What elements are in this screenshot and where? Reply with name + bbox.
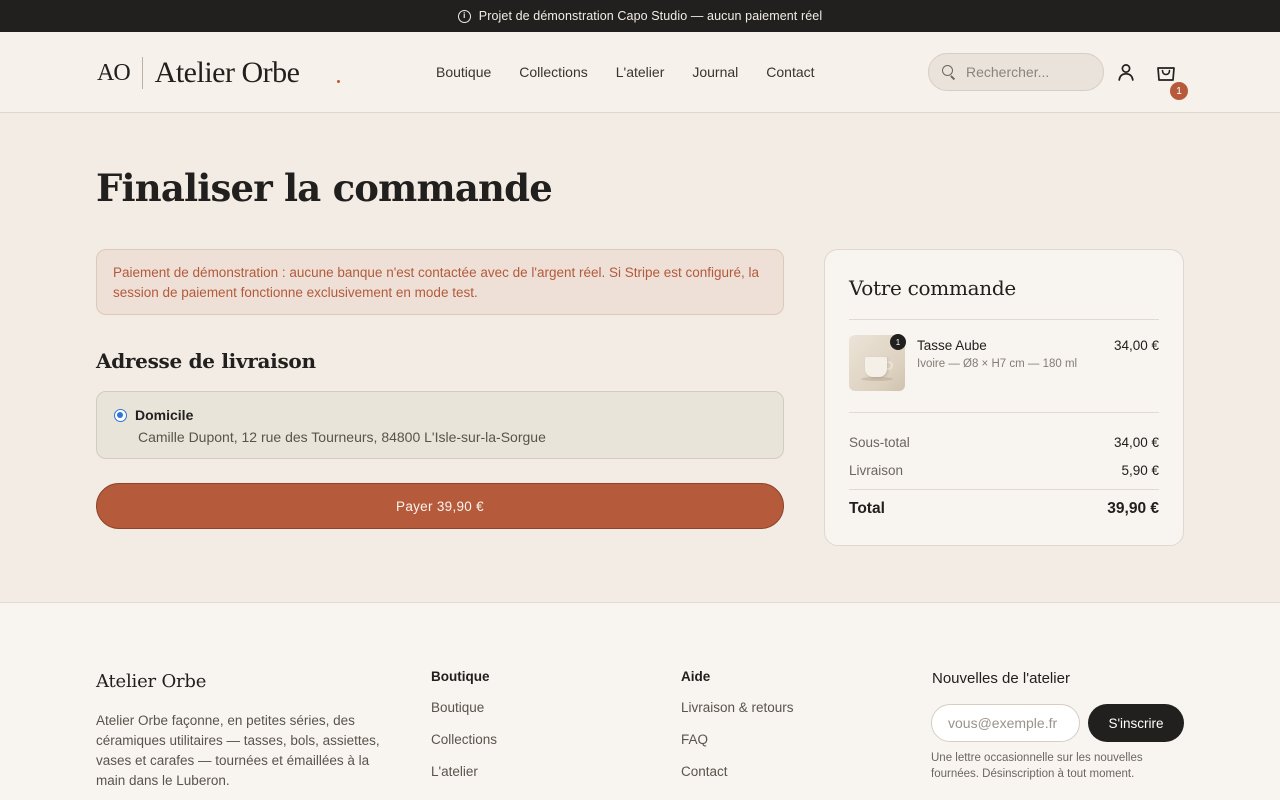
search-input[interactable] bbox=[966, 64, 1096, 80]
footer-link-shipping-returns[interactable]: Livraison & retours bbox=[681, 698, 794, 717]
newsletter-subscribe-button[interactable]: S'inscrire bbox=[1088, 704, 1184, 742]
nav-collections[interactable]: Collections bbox=[519, 64, 587, 80]
nav-journal[interactable]: Journal bbox=[692, 64, 738, 80]
footer-link-atelier[interactable]: L'atelier bbox=[431, 762, 497, 781]
footer-brand: Atelier Orbe bbox=[96, 671, 207, 692]
order-summary: Votre commande Tasse Aube Ivoire — Ø8 × … bbox=[824, 249, 1184, 546]
item-name: Tasse Aube bbox=[917, 338, 987, 353]
footer-description: Atelier Orbe façonne, en petites séries,… bbox=[96, 713, 380, 788]
nav-atelier[interactable]: L'atelier bbox=[616, 64, 665, 80]
item-variant: Ivoire — Ø8 × H7 cm — 180 ml bbox=[917, 358, 1078, 370]
site-footer: Atelier Orbe Atelier Orbe façonne, en pe… bbox=[0, 602, 1280, 800]
demo-banner: i Projet de démonstration Capo Studio — … bbox=[0, 0, 1280, 32]
newsletter-title: Nouvelles de l'atelier bbox=[932, 670, 1070, 687]
subtotal-label: Sous-total bbox=[849, 435, 910, 450]
address-radio[interactable] bbox=[114, 409, 127, 422]
logo-accent-dot bbox=[337, 80, 340, 83]
info-icon: i bbox=[457, 9, 471, 23]
footer-link-faq[interactable]: FAQ bbox=[681, 730, 794, 749]
logo[interactable]: AO Atelier Orbe bbox=[97, 56, 300, 90]
logo-name: Atelier Orbe bbox=[154, 56, 300, 89]
total-label: Total bbox=[849, 500, 885, 517]
footer-shop-title: Boutique bbox=[431, 669, 490, 684]
shipping-value: 5,90 € bbox=[1121, 463, 1159, 478]
site-header: AO Atelier Orbe Boutique Collections L'a… bbox=[0, 32, 1280, 113]
demo-payment-notice: Paiement de démonstration : aucune banqu… bbox=[96, 249, 784, 315]
footer-link-contact[interactable]: Contact bbox=[681, 762, 794, 781]
cart-icon[interactable] bbox=[1155, 61, 1177, 83]
logo-divider bbox=[141, 57, 143, 89]
footer-help-title: Aide bbox=[681, 669, 711, 684]
subtotal-value: 34,00 € bbox=[1113, 435, 1159, 450]
nav-boutique[interactable]: Boutique bbox=[436, 64, 491, 80]
newsletter-email-input[interactable] bbox=[931, 704, 1080, 742]
nav-contact[interactable]: Contact bbox=[766, 64, 814, 80]
footer-help-column: Aide Livraison & retours FAQ Contact bbox=[681, 669, 794, 794]
footer-shop-column: Boutique Boutique Collections L'atelier bbox=[431, 669, 497, 794]
pay-button[interactable]: Payer 39,90 € bbox=[96, 483, 784, 529]
address-option[interactable]: Domicile Camille Dupont, 12 rue des Tour… bbox=[96, 391, 784, 459]
item-price: 34,00 € bbox=[1113, 338, 1159, 353]
page-title: Finaliser la commande bbox=[96, 166, 553, 210]
order-summary-title: Votre commande bbox=[849, 276, 1016, 300]
divider bbox=[849, 412, 1159, 413]
cart-count-badge: 1 bbox=[1170, 82, 1188, 100]
item-quantity-badge: 1 bbox=[890, 334, 906, 350]
account-icon[interactable] bbox=[1116, 62, 1136, 82]
divider bbox=[849, 319, 1159, 320]
main-nav: Boutique Collections L'atelier Journal C… bbox=[436, 32, 815, 112]
total-value: 39,90 € bbox=[1107, 500, 1159, 517]
search-box[interactable] bbox=[928, 53, 1104, 91]
demo-banner-text: Projet de démonstration Capo Studio — au… bbox=[478, 9, 823, 23]
logo-mark: AO bbox=[97, 59, 131, 86]
footer-link-boutique[interactable]: Boutique bbox=[431, 698, 497, 717]
footer-link-collections[interactable]: Collections bbox=[431, 730, 497, 749]
shipping-address-title: Adresse de livraison bbox=[96, 349, 316, 373]
newsletter-note: Une lettre occasionnelle sur les nouvell… bbox=[931, 752, 1143, 780]
address-label: Domicile bbox=[135, 407, 194, 423]
shipping-label: Livraison bbox=[849, 463, 904, 478]
address-line: Camille Dupont, 12 rue des Tourneurs, 84… bbox=[138, 429, 546, 445]
search-icon bbox=[942, 65, 956, 79]
divider bbox=[849, 489, 1159, 490]
